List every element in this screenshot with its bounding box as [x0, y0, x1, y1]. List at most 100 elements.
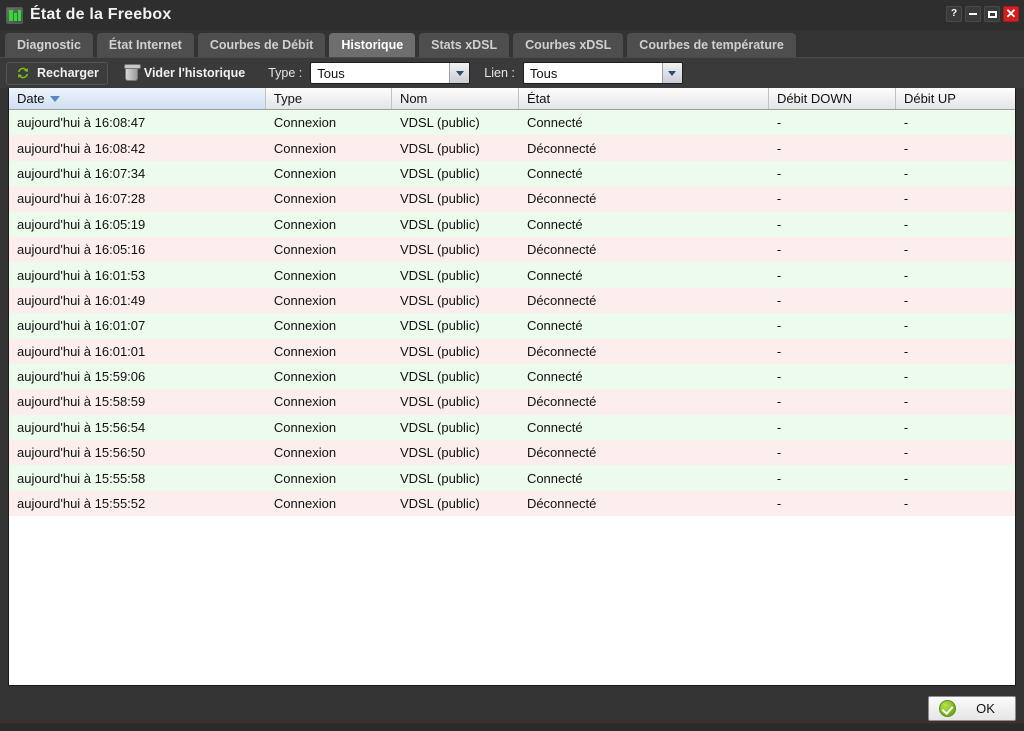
minimize-button[interactable] — [965, 6, 981, 22]
cell-date: aujourd'hui à 15:59:06 — [17, 369, 146, 385]
cell-date: aujourd'hui à 15:56:54 — [17, 419, 146, 435]
green-check-icon — [939, 700, 956, 717]
link-filter-value: Tous — [529, 65, 558, 81]
tab-label: Historique — [341, 38, 404, 52]
table-row[interactable]: aujourd'hui à 16:08:47 Connexion VDSL (pub… — [9, 110, 1015, 136]
table-row[interactable]: aujourd'hui à 16:05:19 Connexion VDSL (pub… — [9, 211, 1015, 237]
ok-button[interactable]: OK — [928, 696, 1016, 721]
table-row[interactable]: aujourd'hui à 16:07:34 Connexion VDSL (pub… — [9, 160, 1015, 187]
reload-button[interactable]: Recharger — [6, 61, 108, 85]
cell-type: Connexion — [273, 140, 337, 156]
tab-stats-xdsl[interactable]: Stats xDSL — [419, 33, 510, 57]
tab-tat-internet[interactable]: État Internet — [96, 33, 194, 57]
column-header-down[interactable]: Débit DOWN — [768, 88, 896, 109]
tab-historique[interactable]: Historique — [329, 33, 416, 57]
cell-up: - — [903, 318, 909, 334]
cell-type: Connexion — [273, 115, 337, 131]
cell-etat: Connecté — [526, 267, 583, 283]
help-button[interactable]: ? — [946, 6, 962, 22]
cell-date: aujourd'hui à 15:55:58 — [17, 470, 146, 486]
table-row[interactable]: aujourd'hui à 16:07:28 Connexion VDSL (pub… — [9, 186, 1015, 212]
chevron-down-icon — [449, 63, 470, 83]
cell-nom: VDSL (public) — [399, 267, 480, 283]
type-filter-label: Type : — [268, 66, 303, 80]
maximize-icon — [987, 10, 997, 18]
cell-down: - — [776, 496, 782, 512]
table-row[interactable]: aujourd'hui à 15:56:50 Connexion VDSL (pub… — [9, 440, 1015, 466]
cell-down: - — [776, 242, 782, 258]
cell-down: - — [776, 343, 782, 359]
cell-nom: VDSL (public) — [399, 470, 480, 486]
cell-up: - — [903, 140, 909, 156]
cell-date: aujourd'hui à 16:05:19 — [17, 216, 146, 232]
tab-courbes-de-temp-rature[interactable]: Courbes de température — [627, 33, 796, 57]
cell-nom: VDSL (public) — [399, 419, 480, 435]
table-row[interactable]: aujourd'hui à 16:01:01 Connexion VDSL (pub… — [9, 338, 1015, 364]
tab-label: Courbes xDSL — [525, 38, 612, 52]
cell-up: - — [903, 394, 909, 410]
cell-type: Connexion — [273, 242, 337, 258]
column-header-up[interactable]: Débit UP — [895, 88, 1015, 109]
cell-down: - — [776, 115, 782, 131]
cell-nom: VDSL (public) — [399, 496, 480, 512]
table-row[interactable]: aujourd'hui à 16:05:16 Connexion VDSL (pub… — [9, 236, 1015, 263]
column-header-date[interactable]: Date — [9, 88, 266, 109]
cell-down: - — [776, 470, 782, 486]
cell-type: Connexion — [273, 419, 337, 435]
maximize-button[interactable] — [984, 6, 1000, 22]
clear-history-button[interactable]: Vider l'historique — [116, 62, 254, 85]
cell-date: aujourd'hui à 16:01:07 — [17, 318, 146, 334]
cell-etat: Déconnecté — [526, 496, 597, 512]
cell-type: Connexion — [273, 165, 337, 181]
table-row[interactable]: aujourd'hui à 16:01:07 Connexion VDSL (pub… — [9, 313, 1015, 339]
cell-date: aujourd'hui à 16:07:28 — [17, 191, 146, 207]
table-row[interactable]: aujourd'hui à 15:56:54 Connexion VDSL (pub… — [9, 414, 1015, 441]
clear-history-label: Vider l'historique — [143, 66, 246, 80]
tab-courbes-xdsl[interactable]: Courbes xDSL — [513, 33, 624, 57]
cell-etat: Connecté — [526, 369, 583, 385]
table-row[interactable]: aujourd'hui à 15:55:52 Connexion VDSL (pub… — [9, 490, 1015, 517]
table-row[interactable]: aujourd'hui à 16:01:53 Connexion VDSL (pub… — [9, 262, 1015, 288]
column-header-label: Date — [17, 91, 45, 106]
table-row[interactable]: aujourd'hui à 15:58:59 Connexion VDSL (pub… — [9, 389, 1015, 415]
tab-courbes-de-d-bit[interactable]: Courbes de Débit — [197, 33, 326, 57]
tab-label: Stats xDSL — [431, 38, 498, 52]
cell-down: - — [776, 292, 782, 308]
cell-type: Connexion — [273, 470, 337, 486]
cell-date: aujourd'hui à 16:07:34 — [17, 165, 146, 181]
tab-diagnostic[interactable]: Diagnostic — [5, 33, 93, 57]
cell-date: aujourd'hui à 16:01:49 — [17, 292, 146, 308]
minimize-icon — [969, 13, 977, 15]
link-filter-select[interactable]: Tous — [522, 62, 683, 84]
history-table: Date Type Nom État Débit DOWN Débit UP aujour… — [8, 88, 1016, 686]
table-row[interactable]: aujourd'hui à 16:08:42 Connexion VDSL (pub… — [9, 135, 1015, 161]
cell-up: - — [903, 242, 909, 258]
cell-nom: VDSL (public) — [399, 369, 480, 385]
trash-icon — [123, 63, 141, 81]
table-row[interactable]: aujourd'hui à 15:59:06 Connexion VDSL (pub… — [9, 363, 1015, 390]
refresh-icon — [15, 65, 31, 81]
cell-nom: VDSL (public) — [399, 292, 480, 308]
table-row[interactable]: aujourd'hui à 16:01:49 Connexion VDSL (pub… — [9, 287, 1015, 314]
table-row[interactable]: aujourd'hui à 15:55:58 Connexion VDSL (pub… — [9, 465, 1015, 491]
cell-down: - — [776, 369, 782, 385]
cell-etat: Déconnecté — [526, 343, 597, 359]
cell-date: aujourd'hui à 15:58:59 — [17, 394, 146, 410]
cell-etat: Déconnecté — [526, 445, 597, 461]
column-header-label: Débit DOWN — [776, 91, 853, 106]
cell-down: - — [776, 445, 782, 461]
cell-date: aujourd'hui à 16:05:16 — [17, 242, 146, 258]
cell-nom: VDSL (public) — [399, 242, 480, 258]
close-button[interactable]: ✕ — [1003, 6, 1019, 22]
column-header-type[interactable]: Type — [265, 88, 392, 109]
column-header-nom[interactable]: Nom — [391, 88, 519, 109]
cell-date: aujourd'hui à 15:56:50 — [17, 445, 146, 461]
cell-up: - — [903, 292, 909, 308]
cell-down: - — [776, 140, 782, 156]
cell-up: - — [903, 445, 909, 461]
cell-up: - — [903, 115, 909, 131]
cell-up: - — [903, 369, 909, 385]
type-filter-value: Tous — [317, 65, 345, 81]
column-header-etat[interactable]: État — [518, 88, 769, 109]
type-filter-select[interactable]: Tous — [310, 62, 471, 84]
